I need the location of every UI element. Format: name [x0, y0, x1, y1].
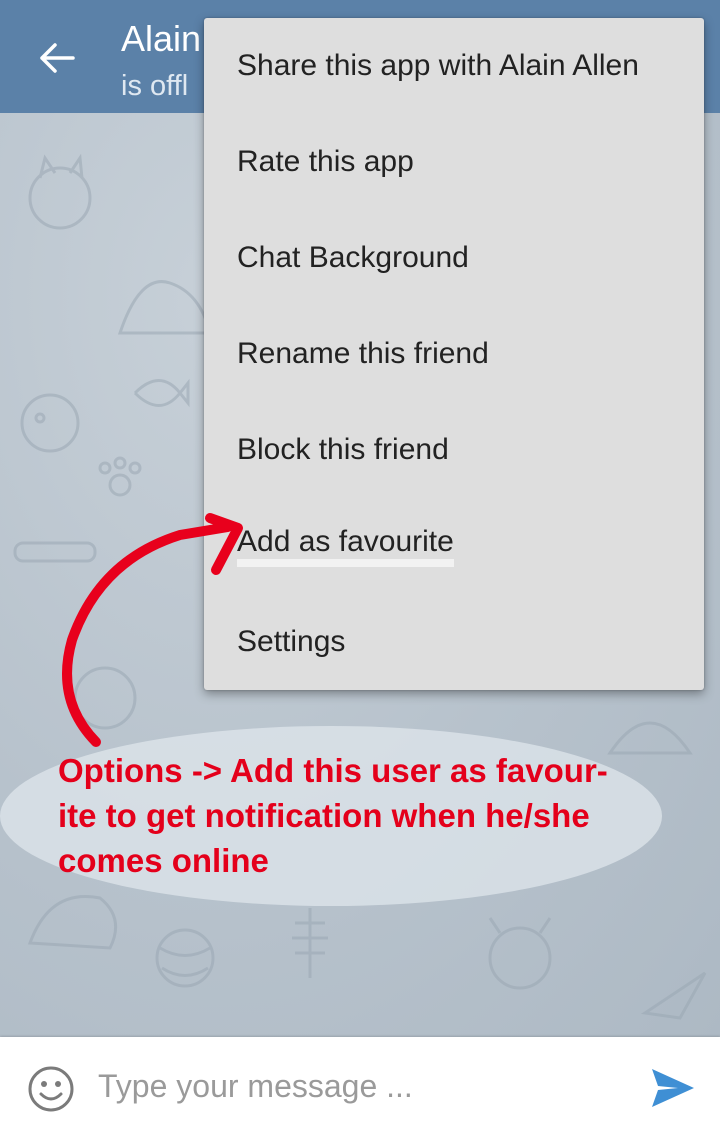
- menu-item-block-friend[interactable]: Block this friend: [204, 402, 704, 498]
- menu-item-chat-background[interactable]: Chat Background: [204, 210, 704, 306]
- doodle-hedgehog-icon: [27, 895, 118, 950]
- back-button[interactable]: [30, 36, 84, 80]
- arrow-left-icon: [40, 43, 75, 73]
- menu-item-label: Block this friend: [237, 433, 449, 466]
- doodle-fish-icon: [133, 378, 190, 408]
- doodle-ball-icon: [155, 928, 215, 988]
- options-menu: Share this app with Alain Allen Rate thi…: [204, 18, 704, 690]
- menu-item-rate-app[interactable]: Rate this app: [204, 114, 704, 210]
- menu-item-share-app[interactable]: Share this app with Alain Allen: [204, 18, 704, 114]
- menu-item-settings[interactable]: Settings: [204, 594, 704, 690]
- contact-name[interactable]: Alain: [121, 18, 201, 60]
- menu-item-label: Settings: [237, 625, 346, 658]
- doodle-fishbone-icon: [292, 908, 328, 978]
- menu-item-rename-friend[interactable]: Rename this friend: [204, 306, 704, 402]
- doodle-collar-icon: [13, 541, 97, 563]
- send-icon[interactable]: [648, 1063, 698, 1113]
- message-input[interactable]: [96, 1059, 620, 1113]
- menu-item-label: Add as favourite: [237, 525, 454, 567]
- doodle-dog2-icon: [488, 917, 552, 990]
- contact-status: is offl: [121, 70, 189, 102]
- menu-item-label: Rate this app: [237, 145, 414, 178]
- doodle-cat-icon: [28, 153, 92, 230]
- doodle-dog-icon: [20, 393, 80, 453]
- annotation-line: ite to get notification when he/she: [58, 797, 590, 834]
- annotation-line: Options -> Add this user as favour-: [58, 752, 608, 789]
- annotation-line: comes online: [58, 842, 269, 879]
- message-composer: [0, 1037, 720, 1136]
- annotation-text: Options -> Add this user as favour- ite …: [58, 748, 658, 883]
- smiley-icon[interactable]: [26, 1064, 76, 1114]
- doodle-cat2-icon: [73, 666, 137, 730]
- menu-item-label: Share this app with Alain Allen: [237, 49, 639, 82]
- menu-item-label: Chat Background: [237, 241, 469, 274]
- doodle-paw-icon: [98, 456, 142, 497]
- menu-item-add-favourite[interactable]: Add as favourite: [204, 498, 704, 594]
- menu-item-label: Rename this friend: [237, 337, 489, 370]
- doodle-plane-icon: [640, 971, 707, 1020]
